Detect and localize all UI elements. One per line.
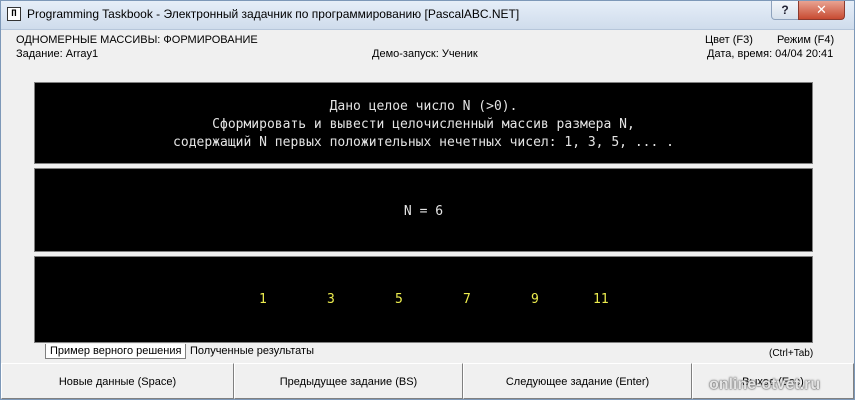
tab-switch-hint: (Ctrl+Tab) [769, 348, 814, 359]
output-value: 3 [327, 292, 335, 307]
site-watermark: online-otvet.ru [709, 376, 821, 393]
task-line: Дано целое число N (>0). [329, 99, 518, 114]
close-button[interactable]: ✕ [798, 1, 845, 20]
output-value: 9 [531, 292, 539, 307]
input-data-panel: N = 6 [34, 168, 813, 252]
taskbook-window: Π Programming Taskbook - Электронный зад… [0, 0, 855, 400]
window-title: Programming Taskbook - Электронный задач… [27, 7, 520, 21]
input-value: N = 6 [403, 204, 444, 219]
output-value: 11 [593, 292, 609, 307]
color-toggle[interactable]: Цвет (F3) [705, 34, 753, 46]
tab-correct-solution-example[interactable]: Пример верного решения [45, 344, 187, 359]
task-info-header: ОДНОМЕРНЫЕ МАССИВЫ: ФОРМИРОВАНИЕ Цвет (F… [1, 31, 854, 79]
datetime-label: Дата, время: 04/04 20:41 [707, 48, 834, 60]
previous-task-button[interactable]: Предыдущее задание (BS) [234, 363, 463, 399]
demo-run-label: Демо-запуск: Ученик [372, 48, 478, 60]
app-icon: Π [7, 7, 21, 21]
task-line: содержащий N первых положительных нечетн… [173, 135, 674, 150]
output-value: 7 [463, 292, 471, 307]
task-description-panel: Дано целое число N (>0). Сформировать и … [34, 82, 813, 164]
output-value: 1 [259, 292, 267, 307]
mode-toggle[interactable]: Режим (F4) [777, 34, 834, 46]
topic-title: ОДНОМЕРНЫЕ МАССИВЫ: ФОРМИРОВАНИЕ [16, 34, 258, 46]
task-name: Задание: Array1 [16, 48, 99, 60]
help-button[interactable]: ? [771, 1, 799, 20]
output-data-panel: 1 3 5 7 9 11 [34, 256, 813, 343]
tab-received-results[interactable]: Полученные результаты [187, 344, 317, 358]
title-bar[interactable]: Π Programming Taskbook - Электронный зад… [1, 1, 854, 30]
new-data-button[interactable]: Новые данные (Space) [1, 363, 234, 399]
next-task-button[interactable]: Следующее задание (Enter) [463, 363, 692, 399]
task-line: Сформировать и вывести целочисленный мас… [212, 117, 635, 132]
output-value: 5 [395, 292, 403, 307]
results-tabs: Пример верного решения Полученные резуль… [1, 344, 854, 362]
